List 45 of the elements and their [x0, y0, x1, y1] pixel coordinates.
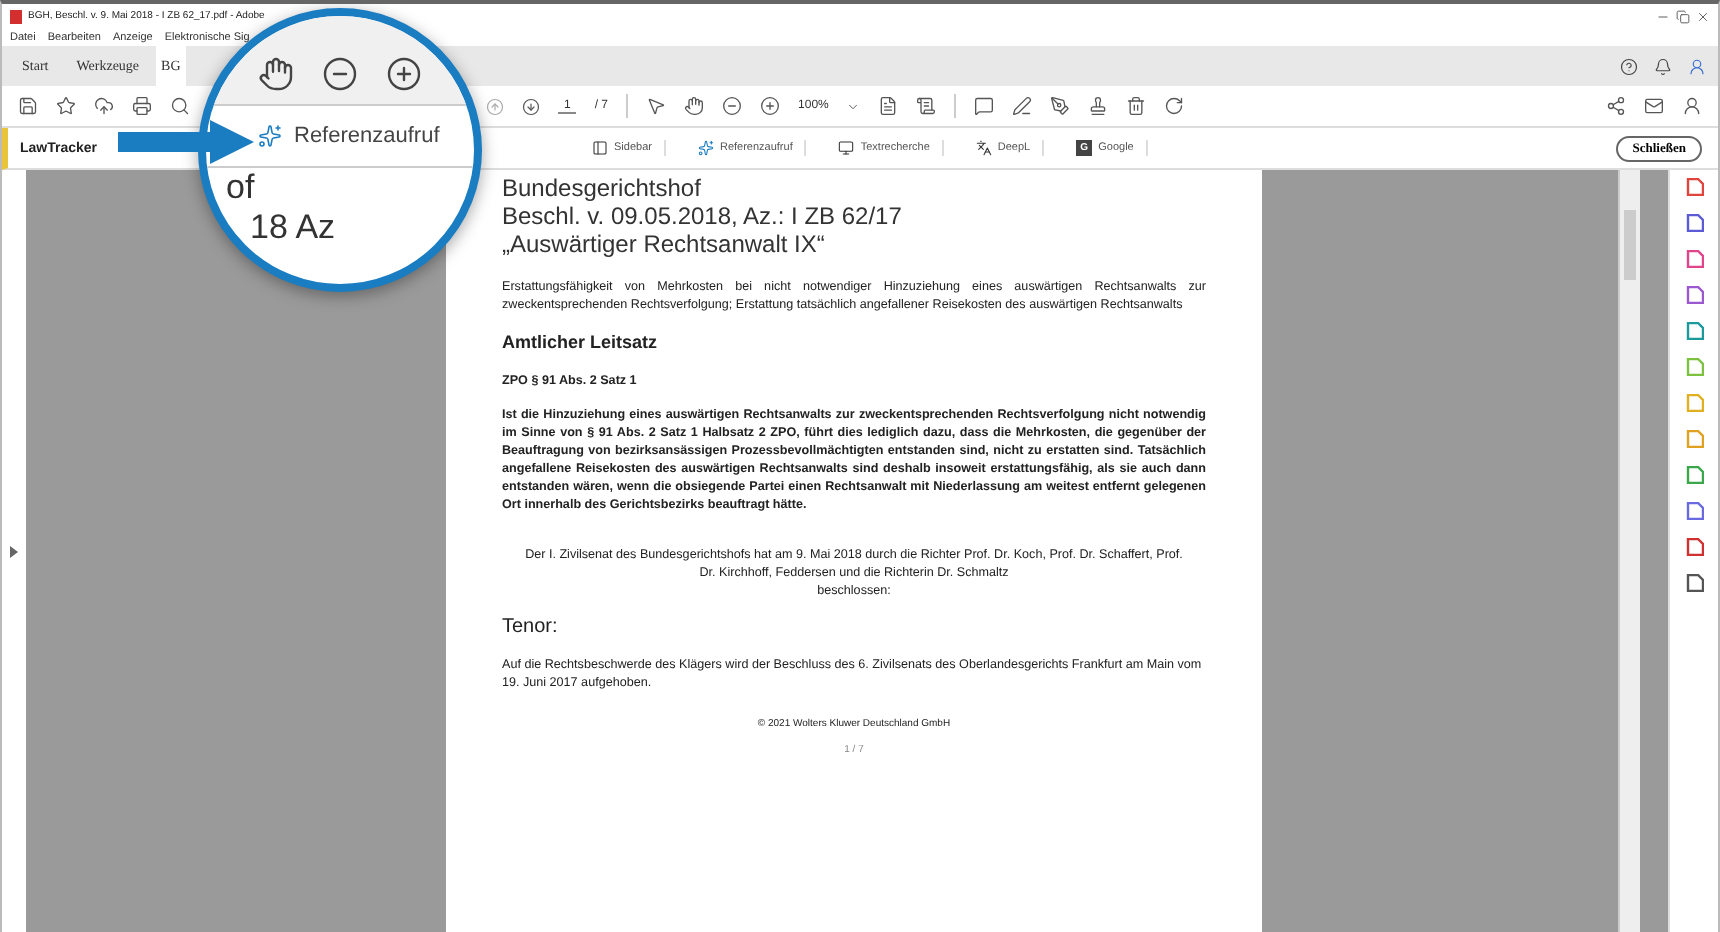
- pen-icon[interactable]: [1012, 96, 1033, 116]
- zoom-in-icon[interactable]: [760, 96, 781, 116]
- magnified-text: of: [224, 168, 257, 208]
- account-icon[interactable]: [1682, 96, 1702, 116]
- star-icon[interactable]: [56, 96, 76, 116]
- sidebar-icon[interactable]: [592, 140, 608, 156]
- scrollbar[interactable]: [1618, 170, 1640, 932]
- magnified-label: Referenzaufruf: [294, 124, 440, 148]
- upload-icon[interactable]: [94, 96, 114, 116]
- decision-title: „Auswärtiger Rechtsanwalt IX“: [502, 230, 827, 258]
- sparkle-icon[interactable]: [697, 140, 714, 156]
- comment-icon[interactable]: [974, 96, 995, 116]
- rotate-icon[interactable]: [1164, 96, 1185, 116]
- section-heading: Amtlicher Leitsatz: [502, 334, 660, 352]
- close-icon[interactable]: [1696, 9, 1710, 23]
- caret-icon[interactable]: [846, 99, 861, 113]
- page-down-icon[interactable]: [522, 97, 540, 115]
- sparkle-icon: [258, 124, 282, 148]
- translate-icon[interactable]: [975, 140, 992, 156]
- expand-arrow-icon[interactable]: [10, 545, 18, 557]
- tenor-heading: Tenor:: [502, 616, 560, 640]
- stamp-icon[interactable]: [1088, 96, 1109, 116]
- trash-icon[interactable]: [1126, 96, 1147, 116]
- avatar-icon[interactable]: [1688, 57, 1706, 75]
- hand-icon: [258, 56, 294, 92]
- mail-icon[interactable]: [1644, 96, 1664, 116]
- help-icon[interactable]: [1620, 57, 1638, 75]
- zoom-out-icon[interactable]: [722, 96, 743, 116]
- share-icon[interactable]: [1606, 96, 1626, 116]
- pointer-icon[interactable]: [646, 96, 667, 116]
- pdf-app-icon: [10, 9, 22, 23]
- court-name: Bundesgerichtshof: [502, 174, 703, 202]
- scroll-icon[interactable]: [916, 96, 937, 116]
- bell-icon[interactable]: [1654, 57, 1672, 75]
- zoom-in-icon: [386, 56, 422, 92]
- search-icon[interactable]: [170, 96, 190, 116]
- hand-icon[interactable]: [684, 96, 705, 116]
- zoom-out-icon: [322, 56, 358, 92]
- screen-icon[interactable]: [838, 140, 855, 156]
- decision-reference: Beschl. v. 09.05.2018, Az.: I ZB 62/17: [502, 202, 904, 230]
- magnified-text: 18 Az: [248, 208, 338, 248]
- restore-icon[interactable]: [1676, 9, 1690, 23]
- save-icon[interactable]: [18, 96, 38, 116]
- print-icon[interactable]: [132, 96, 152, 116]
- sign-icon[interactable]: [1050, 96, 1071, 116]
